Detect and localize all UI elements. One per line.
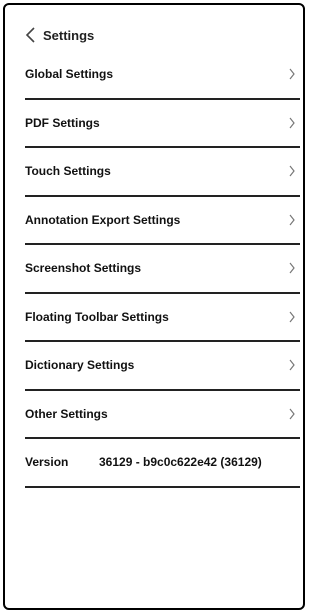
settings-item-screenshot[interactable]: Screenshot Settings: [25, 245, 300, 294]
settings-item-other[interactable]: Other Settings: [25, 391, 300, 439]
settings-item-label: PDF Settings: [25, 115, 100, 130]
chevron-right-icon: [289, 408, 295, 419]
chevron-right-icon: [289, 359, 295, 371]
chevron-right-icon: [289, 311, 295, 322]
settings-item-label: Other Settings: [25, 406, 108, 421]
settings-item-touch[interactable]: Touch Settings: [25, 148, 300, 197]
settings-item-label: Global Settings: [25, 67, 114, 81]
settings-list: Global Settings PDF Settings Touch Setti…: [25, 51, 300, 488]
version-row: Version 36129 - b9c0c622e42 (36129): [25, 439, 300, 488]
settings-item-label: Dictionary Settings: [25, 358, 135, 372]
settings-item-label: Floating Toolbar Settings: [25, 309, 169, 324]
settings-item-label: Annotation Export Settings: [25, 212, 181, 227]
device-frame: Settings Global Settings PDF Settings To…: [3, 3, 305, 610]
settings-item-pdf[interactable]: PDF Settings: [25, 100, 300, 148]
version-value: 36129 - b9c0c622e42 (36129): [99, 455, 262, 469]
page-title: Settings: [43, 27, 95, 43]
settings-item-label: Touch Settings: [25, 164, 111, 178]
chevron-right-icon: [289, 165, 295, 177]
chevron-left-icon: [25, 27, 35, 43]
settings-item-label: Screenshot Settings: [25, 261, 142, 275]
header: Settings: [5, 5, 303, 57]
chevron-right-icon: [289, 68, 295, 80]
chevron-right-icon: [289, 214, 295, 225]
settings-item-floating-toolbar[interactable]: Floating Toolbar Settings: [25, 294, 300, 342]
back-button[interactable]: Settings: [25, 27, 94, 43]
settings-item-dictionary[interactable]: Dictionary Settings: [25, 342, 300, 391]
version-label: Version: [25, 455, 69, 469]
chevron-right-icon: [289, 262, 295, 274]
settings-item-global[interactable]: Global Settings: [25, 51, 300, 100]
settings-item-annotation-export[interactable]: Annotation Export Settings: [25, 197, 300, 245]
chevron-right-icon: [289, 117, 295, 128]
